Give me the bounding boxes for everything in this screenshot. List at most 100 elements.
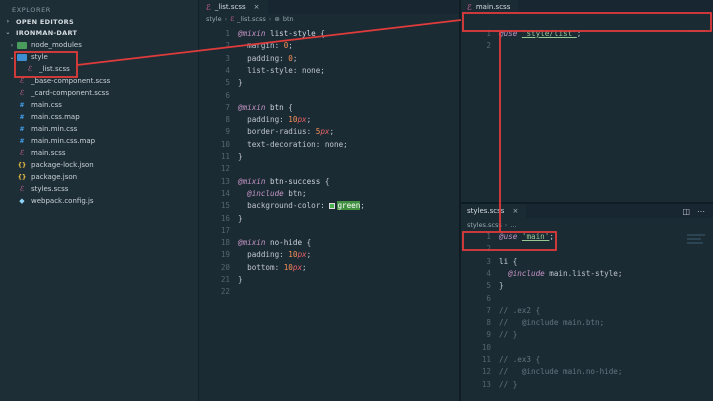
code-token: @mixin — [238, 102, 266, 112]
breadcrumb: styles.scss › ... — [467, 221, 517, 229]
code-line[interactable]: @use 'main'; — [499, 232, 554, 241]
code-line[interactable]: @mixin no-hide { — [238, 238, 311, 247]
code-line[interactable]: } — [238, 152, 243, 161]
minimap[interactable] — [687, 30, 705, 32]
code-line[interactable]: @mixin btn { — [238, 103, 293, 112]
json-icon: {} — [17, 173, 27, 181]
explorer-title: EXPLORER — [12, 6, 51, 14]
code-token: ; — [360, 201, 365, 211]
sass-icon: ℰ — [230, 15, 235, 23]
tree-item-label: _base-component.scss — [31, 77, 111, 85]
code-line[interactable]: margin: 0; — [238, 41, 293, 50]
code-line[interactable]: // .ex3 { — [499, 355, 540, 364]
code-token: padding: — [238, 250, 289, 260]
line-number: 11 — [481, 355, 491, 364]
tree-item[interactable]: › node_modules — [0, 39, 199, 51]
breadcrumb-item[interactable]: style — [206, 15, 222, 23]
tree-item-label: style — [31, 53, 48, 61]
code-line[interactable]: // @include main.btn; — [499, 318, 604, 327]
editor-main-scss[interactable]: ℰ main.scss 1 @use 'style/list'; 2 — [461, 0, 713, 202]
code-token: background-color: — [238, 201, 330, 211]
code-token: no-hide — [265, 238, 307, 248]
code-line[interactable]: padding: 0; — [238, 54, 297, 63]
tree-item[interactable]: ℰstyles.scss — [0, 183, 199, 195]
code-token: } — [238, 275, 243, 284]
breadcrumb-item[interactable]: styles.scss — [467, 221, 502, 229]
tree-item[interactable]: {} package-lock.json — [0, 159, 199, 171]
code-token: bottom: — [238, 262, 284, 272]
code-line[interactable]: @mixin list-style { — [238, 29, 325, 38]
breadcrumb-item[interactable]: ... — [510, 221, 516, 229]
tree-item[interactable]: # main.min.css.map — [0, 135, 199, 147]
tree-item[interactable]: ℰmain.scss — [0, 147, 199, 159]
tab-styles-scss[interactable]: styles.scss × — [461, 204, 527, 218]
split-editor-icon[interactable]: ◫ — [682, 207, 690, 216]
sass-icon: ℰ — [19, 185, 25, 193]
close-icon[interactable]: × — [512, 207, 518, 215]
code-line[interactable]: padding: 10px; — [238, 115, 311, 124]
breadcrumb: style › ℰ _list.scss › ⊛ btn — [206, 15, 294, 23]
tree-item[interactable]: ⌄ style — [0, 51, 199, 63]
tree-item[interactable]: # main.min.css — [0, 123, 199, 135]
line-number: 13 — [481, 379, 491, 389]
tree-item[interactable]: ℰ _base-component.scss — [0, 75, 199, 87]
tree-item[interactable]: {} package.json — [0, 171, 199, 183]
code-token: padding: — [238, 115, 289, 125]
open-editors-section[interactable]: › OPEN EDITORS — [0, 16, 199, 27]
tree-item[interactable]: ℰ _list.scss — [0, 63, 199, 75]
more-actions-icon[interactable]: ⋯ — [697, 207, 705, 216]
folder-icon — [16, 40, 28, 50]
tree-item[interactable]: ◆ webpack.config.js — [0, 195, 199, 207]
tree-item[interactable]: # main.css.map — [0, 111, 199, 123]
tree-item[interactable]: # main.css — [0, 99, 199, 111]
code-token: // @include main.btn; — [499, 318, 605, 328]
code-area[interactable]: 1 @use 'main'; 2 3 li {4 @include main.list-… — [461, 232, 713, 401]
css-icon: # — [19, 113, 25, 121]
project-section[interactable]: ⌄ IRONMAN-DART — [0, 27, 199, 38]
tab-list-scss[interactable]: ℰ _list.scss × — [200, 0, 268, 14]
code-token: { — [288, 102, 293, 112]
code-line[interactable]: padding: 10px; — [238, 250, 311, 259]
line-number: 4 — [486, 268, 491, 278]
code-area[interactable]: 1 @mixin list-style {2 margin: 0; 3 paddin… — [200, 29, 459, 401]
code-token: @mixin — [238, 29, 266, 38]
code-line[interactable]: @include main.list-style; — [499, 269, 622, 278]
chevron-right-icon: › — [224, 15, 228, 23]
close-icon[interactable]: × — [254, 3, 260, 11]
code-line[interactable]: background-color: green; — [238, 201, 365, 211]
css-icon: # — [19, 101, 25, 109]
code-line[interactable]: } — [238, 275, 243, 284]
tree-item-label: _card-component.scss — [31, 89, 109, 97]
code-line[interactable]: } — [238, 78, 243, 87]
editor-list-scss[interactable]: ℰ _list.scss × style › ℰ _list.scss › ⊛ … — [200, 0, 459, 401]
code-token: @use — [499, 232, 518, 241]
tree-item[interactable]: ℰ _card-component.scss — [0, 87, 199, 99]
code-line[interactable]: @use 'style/list'; — [499, 29, 581, 38]
minimap[interactable] — [687, 234, 705, 236]
code-line[interactable]: @include btn; — [238, 189, 306, 198]
line-number: 8 — [486, 318, 491, 328]
code-line[interactable]: @mixin btn-success { — [238, 177, 329, 186]
editor-styles-scss[interactable]: styles.scss × ◫ ⋯ styles.scss › ... 1 @us… — [461, 204, 713, 401]
color-swatch-icon[interactable] — [329, 203, 336, 210]
code-line[interactable]: text-decoration: none; — [238, 140, 348, 149]
code-line[interactable]: // .ex2 { — [499, 306, 540, 315]
tab-main-scss[interactable]: ℰ main.scss — [461, 0, 519, 14]
line-number: 12 — [481, 367, 491, 377]
code-line[interactable]: } — [499, 281, 504, 290]
breadcrumb-item[interactable]: btn — [283, 15, 294, 23]
code-line[interactable]: // } — [499, 330, 517, 339]
code-line[interactable]: } — [238, 214, 243, 223]
code-area[interactable]: 1 @use 'style/list'; 2 — [461, 29, 713, 199]
webpack-icon: ◆ — [19, 197, 25, 205]
code-line[interactable]: li { — [499, 257, 517, 266]
code-line[interactable]: // @include main.no-hide; — [499, 367, 622, 376]
breadcrumb-item[interactable]: _list.scss — [237, 15, 266, 23]
code-line[interactable]: // } — [499, 380, 517, 389]
code-line[interactable]: border-radius: 5px; — [238, 127, 334, 136]
code-line[interactable]: bottom: 10px; — [238, 262, 306, 272]
code-token: li — [499, 256, 513, 266]
tree-item-label: main.css — [31, 101, 62, 109]
code-token: margin: — [238, 41, 284, 51]
code-line[interactable]: list-style: none; — [238, 66, 325, 75]
